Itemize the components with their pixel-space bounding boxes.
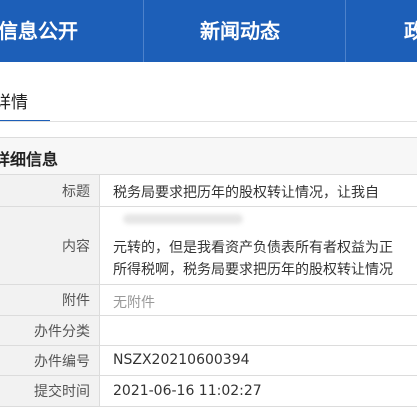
section-header: 详细信息 xyxy=(0,137,417,175)
attachment-value: 无附件 xyxy=(113,295,155,311)
row-label: 提交时间 xyxy=(0,376,100,406)
tab-detail[interactable]: 详情 xyxy=(0,88,28,113)
tab-divider xyxy=(0,121,417,122)
row-value: 无附件 xyxy=(113,285,417,315)
time-label: 提交时间 xyxy=(34,384,90,400)
number-value: NSZX20210600394 xyxy=(113,352,250,368)
nav-item-news[interactable]: 新闻动态 xyxy=(200,0,280,62)
title-value: 税务局要求把历年的股权转让情况，让我自 xyxy=(113,185,379,201)
content-line-2: 所得税啊，税务局要求把历年的股权转让情况 xyxy=(113,262,393,278)
row-number: 办件编号 NSZX20210600394 xyxy=(0,346,417,376)
section-title: 详细信息 xyxy=(0,150,59,169)
row-value: 2021-06-16 11:02:27 xyxy=(113,376,417,406)
nav-separator xyxy=(345,0,346,62)
row-value xyxy=(113,316,417,345)
row-label: 办件编号 xyxy=(0,346,100,375)
nav-item-info-disclosure[interactable]: 信息公开 xyxy=(0,0,78,62)
category-label: 办件分类 xyxy=(34,323,90,340)
row-attachment: 附件 无附件 xyxy=(0,285,417,316)
detail-table: 标题 税务局要求把历年的股权转让情况，让我自 内容 元转的，但是我看资产负债表所… xyxy=(0,174,417,407)
row-label: 附件 xyxy=(0,285,100,315)
row-value: 元转的，但是我看资产负债表所有者权益为正 所得税啊，税务局要求把历年的股权转让情… xyxy=(113,207,417,284)
row-content: 内容 元转的，但是我看资产负债表所有者权益为正 所得税啊，税务局要求把历年的股权… xyxy=(0,207,417,285)
redacted-text xyxy=(123,214,243,224)
row-label: 办件分类 xyxy=(0,316,100,345)
top-nav: 信息公开 新闻动态 政 xyxy=(0,0,417,62)
tab-strip: 详情 xyxy=(0,62,417,122)
number-label: 办件编号 xyxy=(34,353,90,370)
nav-separator xyxy=(143,0,144,62)
content-label: 内容 xyxy=(62,238,90,255)
title-label: 标题 xyxy=(62,183,90,200)
row-value: 税务局要求把历年的股权转让情况，让我自 xyxy=(113,175,417,206)
row-label: 内容 xyxy=(0,207,100,284)
attachment-label: 附件 xyxy=(62,293,90,309)
row-time: 提交时间 2021-06-16 11:02:27 xyxy=(0,376,417,407)
content-line-1: 元转的，但是我看资产负债表所有者权益为正 xyxy=(113,240,393,256)
page: 信息公开 新闻动态 政 详情 详细信息 标题 税务局要求把历年的股权转让情况，让… xyxy=(0,0,417,417)
row-category: 办件分类 xyxy=(0,316,417,346)
time-value: 2021-06-16 11:02:27 xyxy=(113,383,262,399)
row-label: 标题 xyxy=(0,175,100,206)
row-value: NSZX20210600394 xyxy=(113,346,417,375)
row-title: 标题 税务局要求把历年的股权转让情况，让我自 xyxy=(0,175,417,207)
nav-item-policy[interactable]: 政 xyxy=(404,0,417,62)
